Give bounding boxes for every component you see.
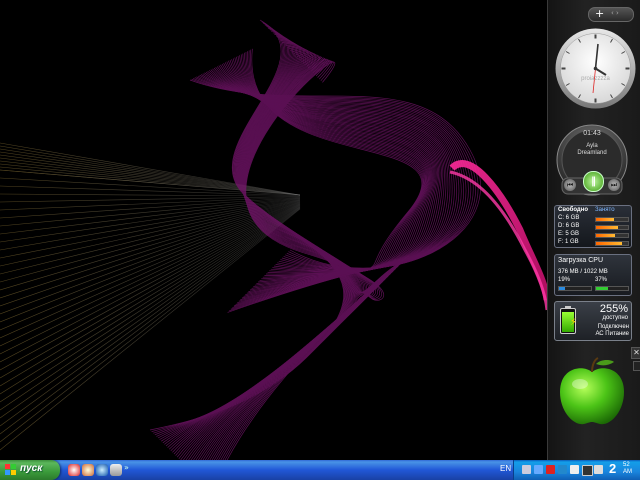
pause-button[interactable]: ‖ — [583, 171, 604, 192]
next-icon: ⏭ — [610, 181, 618, 189]
gadget-options-button[interactable] — [633, 361, 640, 371]
quicklaunch-opera-icon[interactable] — [68, 464, 80, 476]
drive-free-header: Свободно — [558, 207, 588, 213]
wallpaper-art — [0, 19, 547, 460]
system-tray — [513, 460, 640, 480]
player-artist: Ayla — [586, 143, 598, 149]
clock-face — [555, 28, 636, 109]
quicklaunch-firefox-icon[interactable] — [82, 464, 94, 476]
pause-icon: ‖ — [591, 176, 596, 187]
drive-space-gadget[interactable]: Свободно Занято C: 6 GB D: 6 GB E: 5 GB F: … — [554, 205, 632, 248]
player-track: Dreamland — [577, 150, 607, 156]
drive-row-label: D: 6 GB — [558, 223, 580, 229]
drive-row-label: E: 5 GB — [558, 231, 580, 237]
start-label: пуск — [20, 463, 43, 474]
media-player-gadget: 01:43 Ayla Dreamland ⏮ ‖ ⏭ — [556, 124, 628, 198]
close-icon: ✕ — [633, 348, 640, 357]
quicklaunch-ie-icon[interactable] — [96, 464, 108, 476]
clock-minutes-value: 52 — [623, 462, 630, 468]
battery-status-power: АС Питание — [595, 331, 629, 337]
tray-network-icon[interactable] — [522, 465, 531, 474]
battery-available-label: доступно — [602, 315, 628, 321]
plug-icon: ⚡ — [570, 317, 578, 328]
clock-ampm: AM — [623, 469, 632, 475]
player-time: 01:43 — [583, 130, 601, 137]
drive-usage-bar — [595, 241, 629, 246]
close-gadget-button[interactable]: ✕ — [631, 347, 640, 359]
windows-logo-icon — [5, 464, 16, 475]
cpu-core1-bar — [558, 286, 592, 291]
tray-display-icon[interactable] — [534, 465, 543, 474]
quicklaunch-more-button[interactable]: » — [124, 463, 129, 472]
battery-percent: 255% — [599, 303, 628, 315]
prev-button[interactable]: ⏮ — [564, 179, 576, 191]
drive-usage-bar — [595, 233, 629, 238]
cpu-core1-percent: 19% — [558, 277, 571, 283]
apple-picture-gadget[interactable] — [556, 356, 628, 428]
quicklaunch-folder-icon[interactable] — [110, 464, 122, 476]
cpu-meter-gadget[interactable]: Загрузка CPU 376 MB / 1022 MB 19% 37% — [554, 254, 632, 296]
clock-hour[interactable]: 2 — [609, 461, 616, 476]
tray-antivirus-icon[interactable] — [546, 465, 555, 474]
start-button[interactable]: пуск — [0, 460, 60, 480]
clock-label: proiazzzza — [581, 76, 610, 82]
drive-used-header: Занято — [595, 207, 615, 213]
green-apple-image — [560, 357, 624, 425]
tray-volume-icon[interactable] — [594, 465, 603, 474]
next-button[interactable]: ⏭ — [608, 179, 620, 191]
desktop-wallpaper — [0, 0, 547, 460]
drive-row-label: F: 1 GB — [558, 239, 579, 245]
cpu-memory: 376 MB / 1022 MB — [558, 269, 608, 275]
tray-shield-icon[interactable] — [558, 465, 567, 474]
clock-minutes[interactable]: 52 AM — [623, 462, 632, 476]
tray-meter-icon[interactable] — [582, 465, 593, 476]
taskbar: пуск » EN 2 52 AM — [0, 460, 640, 480]
add-gadget-button[interactable]: + — [595, 7, 604, 20]
sidebar-controls[interactable]: + ‹ › — [588, 7, 634, 22]
drive-row-label: C: 6 GB — [558, 215, 580, 221]
tray-monitor-icon[interactable] — [570, 465, 579, 474]
battery-status-connected: Подключен — [597, 324, 629, 330]
language-indicator[interactable]: EN — [500, 464, 511, 473]
cpu-title: Загрузка CPU — [558, 257, 604, 264]
clock-gadget[interactable]: proiazzzza — [554, 27, 637, 110]
cpu-core2-percent: 37% — [595, 277, 608, 283]
previous-icon: ⏮ — [566, 181, 574, 189]
battery-gadget[interactable]: ⚡ 255% доступно Подключен АС Питание — [554, 301, 632, 341]
drive-usage-bar — [595, 217, 629, 222]
cpu-core2-bar — [595, 286, 629, 291]
drive-usage-bar — [595, 225, 629, 230]
sidebar-nav-arrows[interactable]: ‹ › — [611, 7, 619, 20]
